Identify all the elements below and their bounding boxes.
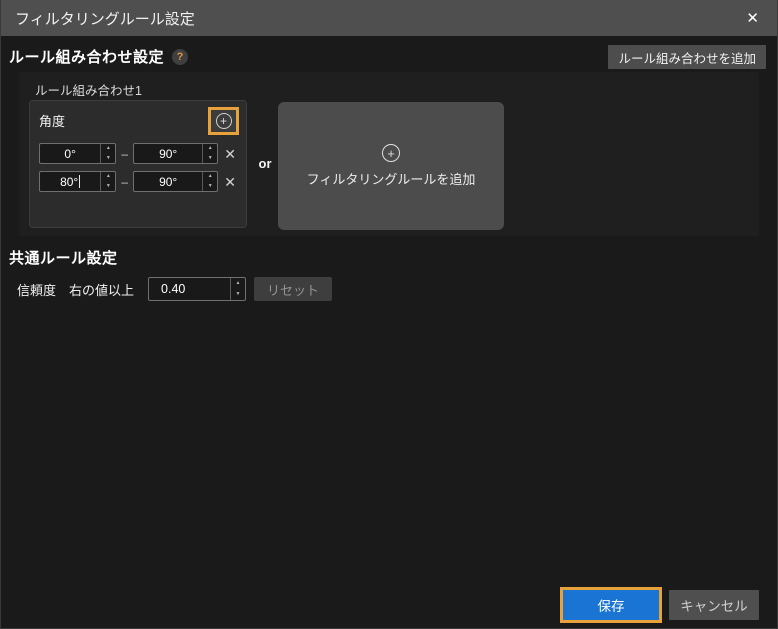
common-rule-section-title: 共通ルール設定 — [9, 250, 118, 267]
dialog-title: フィルタリングルール設定 — [15, 10, 195, 28]
spinner-arrows[interactable]: ▲ ▼ — [230, 278, 245, 300]
spinner-arrows[interactable]: ▲ ▼ — [100, 172, 115, 191]
range-dash: – — [121, 174, 129, 189]
filtering-rule-settings-dialog: フィルタリングルール設定 ✕ ルール組み合わせ設定 ? ルール組み合わせを追加 … — [0, 0, 778, 629]
reset-button[interactable]: リセット — [254, 277, 333, 301]
add-rule-combination-button[interactable]: ルール組み合わせを追加 — [608, 45, 766, 69]
spin-down-icon[interactable]: ▼ — [203, 182, 217, 192]
spinner-arrows[interactable]: ▲ ▼ — [100, 144, 115, 163]
spin-up-icon[interactable]: ▲ — [101, 172, 115, 182]
help-icon[interactable]: ? — [172, 48, 189, 65]
text-caret — [79, 175, 81, 188]
angle-range-row-1: 0° ▲ ▼ – 90° ▲ ▼ ✕ — [39, 143, 237, 164]
angle-range-row-2: 80° ▲ ▼ – 90° ▲ ▼ ✕ — [39, 171, 237, 192]
close-icon[interactable]: ✕ — [742, 9, 763, 28]
spin-down-icon[interactable]: ▼ — [231, 289, 245, 300]
angle-max-input-2[interactable]: 90° ▲ ▼ — [133, 171, 219, 192]
confidence-input[interactable]: 0.40 ▲ ▼ — [148, 277, 247, 301]
angle-rule-title: 角度 — [39, 114, 66, 129]
rule-combination-section-title: ルール組み合わせ設定 — [9, 49, 165, 66]
spin-up-icon[interactable]: ▲ — [203, 172, 217, 182]
confidence-row: 信頼度 右の値以上 0.40 ▲ ▼ リセット — [17, 277, 333, 301]
plus-circle-icon: + — [215, 113, 232, 129]
spin-down-icon[interactable]: ▼ — [101, 182, 115, 192]
rule-combination-1-panel: ルール組み合わせ1 角度 + 0° ▲ ▼ – 90° ▲ ▼ ✕ 80° ▲ … — [19, 72, 759, 236]
spin-down-icon[interactable]: ▼ — [101, 154, 115, 164]
angle-min-value-1: 0° — [64, 146, 76, 161]
spinner-arrows[interactable]: ▲ ▼ — [202, 144, 217, 163]
confidence-label: 信頼度 — [17, 282, 57, 298]
plus-circle-icon: + — [382, 144, 400, 162]
spin-down-icon[interactable]: ▼ — [203, 154, 217, 164]
angle-max-input-1[interactable]: 90° ▲ ▼ — [133, 143, 219, 164]
angle-min-input-1[interactable]: 0° ▲ ▼ — [39, 143, 117, 164]
rule-combination-1-label: ルール組み合わせ1 — [35, 84, 142, 98]
angle-max-value-2: 90° — [159, 174, 178, 189]
dialog-titlebar: フィルタリングルール設定 ✕ — [1, 0, 777, 36]
range-dash: – — [121, 146, 129, 161]
or-label: or — [258, 156, 272, 171]
rule-combination-section-header: ルール組み合わせ設定 ? — [9, 46, 189, 67]
angle-max-value-1: 90° — [159, 146, 178, 161]
angle-rule-card: 角度 + 0° ▲ ▼ – 90° ▲ ▼ ✕ 80° ▲ ▼ – 90° ▲ … — [29, 100, 247, 228]
angle-range-rows: 0° ▲ ▼ – 90° ▲ ▼ ✕ 80° ▲ ▼ – 90° ▲ ▼ ✕ — [39, 143, 237, 192]
add-angle-range-button[interactable]: + — [208, 107, 239, 135]
add-filtering-rule-label: フィルタリングルールを追加 — [306, 172, 476, 187]
add-filtering-rule-button[interactable]: + フィルタリングルールを追加 — [278, 102, 504, 230]
remove-range-icon[interactable]: ✕ — [223, 175, 237, 189]
common-rule-section-header: 共通ルール設定 — [9, 247, 118, 268]
spinner-arrows[interactable]: ▲ ▼ — [202, 172, 217, 191]
remove-range-icon[interactable]: ✕ — [223, 147, 237, 161]
angle-min-input-2[interactable]: 80° ▲ ▼ — [39, 171, 117, 192]
angle-min-value-2: 80° — [60, 174, 81, 189]
threshold-mode-label: 右の値以上 — [69, 282, 135, 298]
spin-up-icon[interactable]: ▲ — [101, 144, 115, 154]
confidence-value: 0.40 — [161, 282, 186, 296]
cancel-button[interactable]: キャンセル — [669, 590, 759, 620]
save-button[interactable]: 保存 — [560, 587, 662, 623]
spin-up-icon[interactable]: ▲ — [203, 144, 217, 154]
spin-up-icon[interactable]: ▲ — [231, 278, 245, 289]
angle-card-header: 角度 + — [39, 107, 239, 135]
